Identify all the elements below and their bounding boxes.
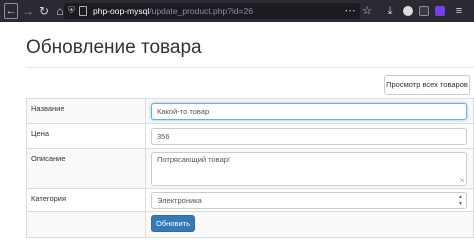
form-row-name: Название Какой-то товар bbox=[27, 99, 473, 124]
extension-c-icon[interactable] bbox=[433, 3, 447, 19]
back-arrow-icon[interactable]: ← bbox=[4, 3, 18, 19]
download-icon[interactable]: ⤓ bbox=[383, 3, 397, 19]
forward-arrow-icon[interactable]: → bbox=[20, 3, 36, 19]
description-textarea[interactable]: Потрясающий товар! ⇲ bbox=[151, 152, 467, 186]
price-label: Цена bbox=[31, 129, 50, 138]
category-selected: Электроника bbox=[157, 196, 202, 205]
browser-toolbar: ← → ↻ ⌂ ⛨ php-oop-mysql/update_product.p… bbox=[0, 0, 474, 22]
product-form-table: Название Какой-то товар Цена 356 Описани… bbox=[26, 98, 474, 238]
resize-handle-icon[interactable]: ⇲ bbox=[459, 178, 465, 184]
name-input[interactable]: Какой-то товар bbox=[151, 103, 467, 120]
form-row-price: Цена 356 bbox=[27, 124, 473, 149]
category-select[interactable]: Электроника ▲ ▼ bbox=[151, 192, 467, 209]
star-icon[interactable]: ☆ bbox=[360, 3, 374, 19]
name-label: Название bbox=[31, 104, 65, 113]
reload-icon[interactable]: ↻ bbox=[36, 3, 52, 19]
view-all-products-button[interactable]: Просмотр всех товаров bbox=[384, 75, 470, 95]
shield-icon[interactable]: ⛨ bbox=[68, 5, 76, 16]
description-text: Потрясающий товар! bbox=[157, 155, 231, 164]
extension-a-icon[interactable] bbox=[401, 3, 415, 19]
header-divider bbox=[26, 67, 474, 68]
select-arrows-icon: ▲ ▼ bbox=[458, 194, 463, 207]
extension-b-icon[interactable] bbox=[417, 3, 431, 19]
url-path: /update_product.php?id=26 bbox=[149, 6, 253, 16]
form-row-description: Описание Потрясающий товар! ⇲ bbox=[27, 149, 473, 189]
price-input[interactable]: 356 bbox=[151, 128, 467, 145]
url-host: php-oop-mysql bbox=[93, 6, 150, 16]
form-row-submit: Обновить bbox=[27, 212, 473, 237]
category-label: Категория bbox=[31, 194, 67, 203]
update-button[interactable]: Обновить bbox=[151, 215, 195, 232]
address-bar[interactable]: ⛨ php-oop-mysql/update_product.php?id=26 bbox=[64, 3, 360, 19]
more-dots-icon[interactable]: ⋯ bbox=[343, 3, 357, 19]
page-title: Обновление товара bbox=[26, 37, 202, 58]
form-row-category: Категория Электроника ▲ ▼ bbox=[27, 189, 473, 212]
page-icon[interactable] bbox=[79, 6, 87, 16]
description-label: Описание bbox=[31, 154, 66, 163]
url-text[interactable]: php-oop-mysql/update_product.php?id=26 bbox=[93, 4, 253, 18]
hamburger-icon[interactable]: ≡ bbox=[452, 3, 466, 19]
